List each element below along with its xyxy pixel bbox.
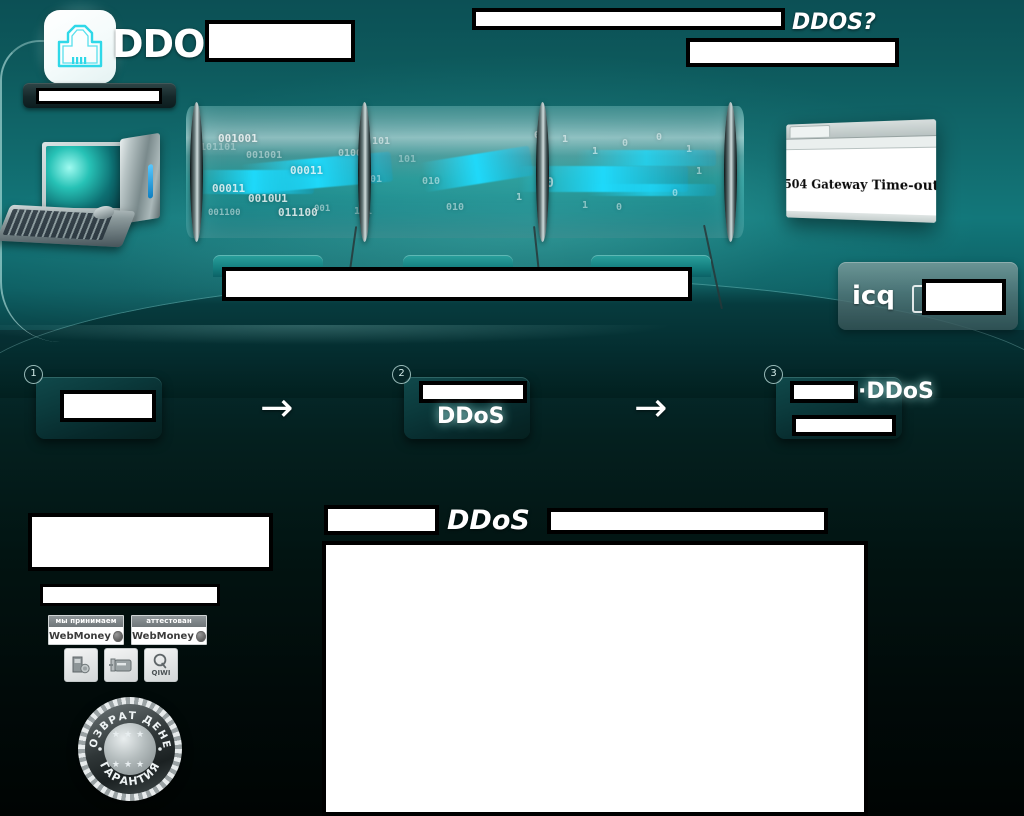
nav-button-label-redacted <box>36 88 162 104</box>
data-tunnel-illustration: 001001 001001 01001 00011 00011 0010U1 0… <box>186 102 744 242</box>
subtagline-redacted <box>686 38 899 67</box>
logo[interactable] <box>34 0 126 94</box>
sidebar-block-redacted <box>28 513 273 571</box>
step-1-badge: 1 <box>24 365 43 384</box>
logo-tile <box>44 10 116 84</box>
step-1-label-redacted <box>60 390 156 422</box>
tagline-suffix: DDOS? <box>792 10 876 35</box>
svg-text:ВОЗВРАТ ДЕНЕГ: ВОЗВРАТ ДЕНЕГ <box>78 697 173 750</box>
tagline-redacted <box>472 8 785 30</box>
background-hairline <box>0 325 1024 385</box>
desktop-computer-illustration <box>0 130 192 248</box>
seal-stars-top: ★★★ <box>111 729 149 739</box>
qiwi-label: QIWI <box>151 669 171 677</box>
hero-caption-redacted <box>222 267 692 301</box>
content-heading-word: DDoS <box>447 505 530 536</box>
tunnel-ring <box>358 102 371 242</box>
money-back-guarantee-seal: ВОЗВРАТ ДЕНЕГ ГАРАНТИЯ ★★★ ★★★ <box>78 697 182 801</box>
browser-window-illustration: 504 Gateway Time-out <box>786 119 937 223</box>
step-3-badge: 3 <box>764 365 783 384</box>
content-heading-left-redacted <box>324 505 439 535</box>
monitor-icon <box>42 142 128 212</box>
seal-text: ВОЗВРАТ ДЕНЕГ ГАРАНТИЯ <box>78 697 173 788</box>
nav-button[interactable] <box>23 83 176 108</box>
step-2-label-redacted <box>419 381 527 403</box>
content-heading-right-redacted <box>547 508 828 534</box>
tunnel-ring <box>190 102 203 242</box>
webmoney-attested-caption: аттестован <box>132 616 206 627</box>
gateway-timeout-text: 504 Gateway Time-out <box>786 177 937 195</box>
step-2-badge: 2 <box>392 365 411 384</box>
seal-stars-bottom: ★★★ <box>111 759 149 769</box>
icq-value-redacted <box>922 279 1006 315</box>
step-1[interactable]: 1 <box>24 365 162 439</box>
step-2[interactable]: 2 DDoS <box>392 365 530 439</box>
webmoney-attested-brand: WebMoney <box>132 627 206 644</box>
tunnel-ring <box>724 102 737 242</box>
webmoney-accept-caption: мы принимаем <box>49 616 123 627</box>
cash-terminal-icon[interactable] <box>64 648 98 682</box>
site-title-redacted <box>205 20 355 62</box>
icq-panel[interactable]: icq <box>838 262 1018 330</box>
webmoney-accept-brand: WebMoney <box>49 627 123 644</box>
step-3-label-redacted <box>790 381 858 403</box>
content-panel-redacted <box>322 541 868 816</box>
step-3-sublabel-redacted <box>792 415 896 436</box>
page-root: DDOS DDOS? 001001 001001 01001 00011 000… <box>0 0 1024 816</box>
webmoney-globe-icon <box>112 631 123 642</box>
step-arrow-1-icon: → <box>260 385 294 431</box>
step-arrow-2-icon: → <box>634 385 668 431</box>
keyboard-icon <box>0 204 136 248</box>
step-3[interactable]: 3 ·DDoS <box>764 365 934 439</box>
webmoney-accept-badge[interactable]: мы принимаем WebMoney <box>48 615 124 645</box>
tunnel-binary-text: 001001 001001 01001 00011 00011 0010U1 0… <box>200 130 703 219</box>
icq-label: icq <box>852 281 895 311</box>
sidebar-field-redacted[interactable] <box>40 584 220 606</box>
webmoney-globe-icon <box>195 631 206 642</box>
qiwi-icon[interactable]: QIWI <box>144 648 178 682</box>
webmoney-badges: мы принимаем WebMoney аттестован WebMone… <box>48 615 207 645</box>
tunnel-tube: 001001 001001 01001 00011 00011 0010U1 0… <box>186 106 744 238</box>
webmoney-attested-badge[interactable]: аттестован WebMoney <box>131 615 207 645</box>
tunnel-ring <box>536 102 549 242</box>
payment-icons: QIWI <box>64 648 178 682</box>
step-3-word: ·DDoS <box>858 379 934 404</box>
card-terminal-icon[interactable] <box>104 648 138 682</box>
step-2-word: DDoS <box>437 404 505 429</box>
